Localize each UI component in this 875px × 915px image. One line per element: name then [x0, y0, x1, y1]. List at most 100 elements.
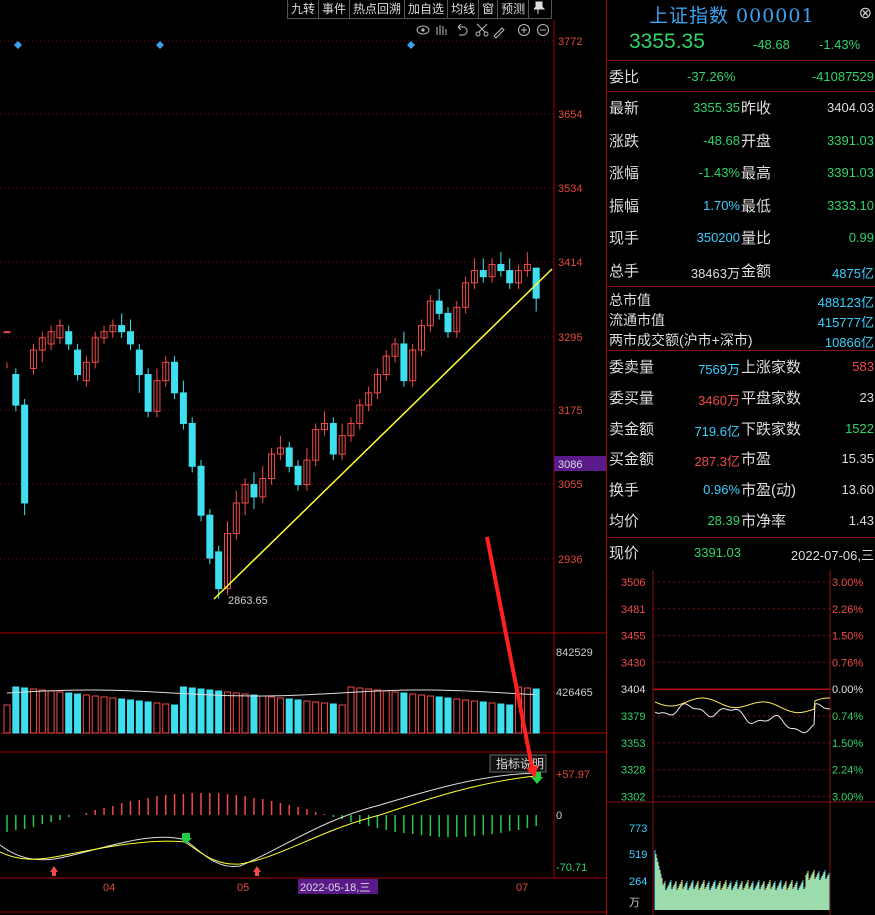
stat-value: 3404.03 [827, 100, 874, 115]
candle-body [126, 331, 134, 345]
volume-bar [294, 699, 302, 734]
price-tick: 3175 [558, 405, 582, 417]
candle-body [206, 514, 214, 559]
low-price-label: 2863.65 [228, 595, 268, 607]
stat-label: 涨幅 [609, 165, 640, 182]
volume-bar [109, 697, 117, 734]
window-button[interactable]: 窗 [478, 0, 499, 19]
stat-row: 现手 350200 量比 0.99 [607, 227, 875, 249]
stat-value: 13.60 [841, 482, 874, 498]
stat-value: 28.39 [707, 513, 740, 528]
intraday-chart[interactable]: 3506 3.00% 3481 2.26% 3455 1.50% 3430 0.76% 3404… [607, 570, 875, 915]
stat-label: 昨收 [741, 100, 772, 117]
volume-bar [171, 704, 179, 734]
candle-body [435, 300, 443, 314]
chart-tools[interactable] [416, 23, 549, 39]
stat-value: 3391.03 [827, 165, 874, 180]
stat-value: 3355.35 [693, 100, 740, 115]
stat-label: 下跌家数 [741, 420, 802, 438]
volume-bar [144, 701, 152, 734]
stat-label: 现手 [609, 230, 640, 247]
macd-dea-line [0, 775, 536, 865]
stat-row: 卖金额 719.6亿 下跌家数 1522 [607, 418, 875, 440]
stat-value: 1.43 [848, 513, 874, 528]
chart-toolbar: 九转 事件 热点回溯 加自选 均线 窗 预测 [287, 0, 553, 20]
weibi-row: 委比 -37.26% -41087529 [607, 66, 875, 88]
stat-row: 涨跌 -48.68 开盘 3391.03 [607, 130, 875, 152]
stat-value: 350200 [696, 230, 740, 245]
volume-bar [65, 692, 73, 734]
jiuzhuan-button[interactable]: 九转 [287, 0, 320, 19]
volume-bar [215, 690, 223, 734]
candle-body [188, 422, 196, 467]
x-label-04: 04 [103, 882, 115, 894]
x-label-05: 05 [237, 882, 249, 894]
stat-label: 量比 [741, 230, 772, 247]
intraday-pct-tick: 2.24% [832, 765, 863, 777]
volume-bar [453, 698, 461, 734]
volume-tick-top: 842529 [556, 647, 593, 659]
volume-bar [373, 689, 381, 734]
events-button[interactable]: 事件 [318, 0, 351, 19]
intraday-pct-tick: 1.50% [832, 631, 863, 643]
trend-line[interactable] [213, 268, 553, 600]
intraday-pct-tick: 0.76% [832, 657, 863, 669]
kline-chart[interactable]: 3772 3654 3534 3414 3295 3175 3055 2936 3086 28… [0, 20, 606, 915]
volume-bar [532, 688, 540, 734]
intraday-pct-tick: 2.26% [832, 604, 863, 616]
stat-row: 委买量 3460万 平盘家数 23 [607, 387, 875, 409]
now-value: 3391.03 [694, 545, 741, 560]
pin-icon[interactable] [528, 0, 553, 19]
candle-body [197, 465, 205, 516]
volume-bar [100, 696, 108, 734]
volume-bar [47, 690, 55, 734]
close-icon[interactable]: ⊗ [859, 3, 872, 23]
volume-bar [470, 700, 478, 734]
volume-bar [303, 700, 311, 734]
add-watchlist-button[interactable]: 加自选 [404, 0, 449, 19]
stat-value: 1522 [845, 420, 874, 436]
candle-body [479, 270, 487, 278]
candle-body [135, 349, 143, 376]
stat-row: 涨幅 -1.43% 最高 3391.03 [607, 162, 875, 184]
candle-body [21, 404, 29, 504]
volume-bar [162, 703, 170, 734]
market-value: 10866亿 [824, 335, 874, 350]
volume-bars [3, 686, 540, 734]
stat-label: 委卖量 [609, 359, 655, 376]
stat-label: 均价 [609, 513, 640, 530]
volume-bar [126, 699, 134, 734]
volume-tick-mid: 426465 [556, 687, 593, 699]
stat-label: 市净率 [741, 513, 787, 530]
volume-bar [241, 693, 249, 734]
volume-bar [382, 690, 390, 734]
stat-label: 市盈(动) [741, 482, 796, 500]
event-markers[interactable] [14, 41, 415, 49]
price-tick: 3534 [558, 183, 582, 195]
stat-value: 583 [852, 359, 874, 374]
volume-bar [268, 696, 276, 734]
moving-average-button[interactable]: 均线 [447, 0, 480, 19]
volume-bar [426, 695, 434, 734]
stat-value: 23 [859, 389, 874, 405]
volume-bar [82, 694, 90, 734]
candle-body [65, 331, 73, 345]
intraday-pct-tick: 0.74% [832, 711, 863, 723]
forecast-button[interactable]: 预测 [497, 0, 530, 19]
stat-label: 买金额 [609, 451, 655, 469]
now-label: 现价 [609, 545, 640, 562]
price-tick: 3654 [558, 109, 582, 121]
stat-row: 最新 3355.35 昨收 3404.03 [607, 97, 875, 119]
intraday-volume-tick: 773 [629, 823, 647, 835]
stat-label: 总手 [609, 262, 640, 280]
candle-body [171, 361, 179, 394]
market-row: 总市值 488123亿 [607, 290, 875, 312]
volume-bar [12, 686, 20, 734]
weibi-label: 委比 [609, 69, 640, 86]
intraday-volume-tick: 264 [629, 876, 647, 888]
weibi-diff: -41087529 [811, 69, 874, 84]
current-price-marker: 3086 [558, 459, 582, 471]
stat-row: 买金额 287.3亿 市盈 15.35 [607, 448, 875, 470]
stat-label: 平盘家数 [741, 389, 802, 407]
hot-backtrack-button[interactable]: 热点回溯 [349, 0, 406, 19]
